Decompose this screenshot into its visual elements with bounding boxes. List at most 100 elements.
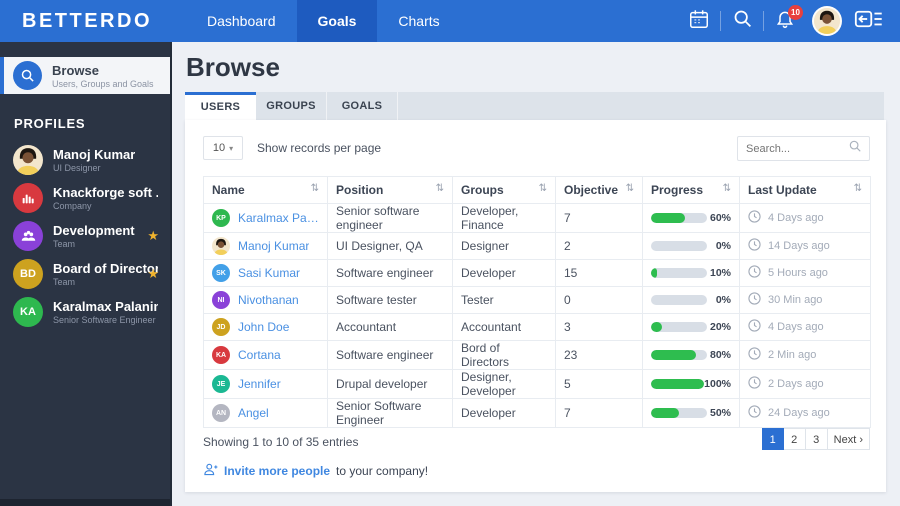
- nav-item-dashboard[interactable]: Dashboard: [186, 0, 297, 42]
- cell-objective: 23: [556, 341, 643, 370]
- cell-groups: Designer: [453, 233, 556, 260]
- user-link[interactable]: Nivothanan: [238, 293, 299, 307]
- profile-name: Knackforge soft ...: [53, 185, 158, 200]
- avatar-initials: JD: [212, 318, 230, 336]
- last-update-text: 2 Min ago: [768, 349, 816, 361]
- sidebar-profile-development[interactable]: DevelopmentTeam★: [0, 217, 170, 255]
- calendar-icon: [688, 8, 710, 35]
- page-button-1[interactable]: 1: [762, 428, 784, 450]
- column-header-objective[interactable]: Objective⇅: [556, 177, 643, 204]
- sidebar-profile-manoj-kumar[interactable]: Manoj KumarUI Designer: [0, 141, 170, 179]
- nav-item-goals[interactable]: Goals: [297, 0, 378, 42]
- showing-entries-text: Showing 1 to 10 of 35 entries: [203, 435, 358, 449]
- profile-role: UI Designer: [53, 163, 135, 173]
- progress-bar: [651, 295, 707, 305]
- progress-label: 0%: [716, 240, 731, 252]
- table-search: [737, 136, 870, 161]
- browse-subtitle: Users, Groups and Goals: [52, 79, 154, 89]
- nav-item-charts[interactable]: Charts: [377, 0, 460, 42]
- sidebar-profile-board-of-directors[interactable]: BDBoard of DirectorsTeam★: [0, 255, 170, 293]
- profile-role: Team: [53, 239, 135, 249]
- sort-icon: ⇅: [723, 183, 731, 194]
- avatar-initials: KA: [13, 297, 43, 327]
- profile-role: Company: [53, 201, 158, 211]
- user-link[interactable]: Angel: [238, 406, 269, 420]
- search-input[interactable]: [738, 143, 848, 155]
- page-button-3[interactable]: 3: [806, 428, 828, 450]
- table-row: NINivothananSoftware testerTester00%30 M…: [204, 287, 871, 314]
- avatar: [13, 145, 43, 175]
- progress-bar: [651, 379, 704, 389]
- chart-icon: [13, 183, 43, 213]
- page-button-2[interactable]: 2: [784, 428, 806, 450]
- cell-objective: 7: [556, 399, 643, 428]
- notifications-button[interactable]: 10: [764, 0, 806, 42]
- records-label: Show records per page: [257, 141, 381, 155]
- cell-name: KACortana: [204, 341, 328, 370]
- search-button[interactable]: [721, 0, 763, 42]
- column-header-groups[interactable]: Groups⇅: [453, 177, 556, 204]
- content-card: 10 ▾ Show records per page Name⇅Position…: [185, 120, 886, 492]
- column-header-position[interactable]: Position⇅: [328, 177, 453, 204]
- star-icon[interactable]: ★: [147, 228, 159, 244]
- navbar-right: 10: [678, 0, 900, 42]
- star-icon[interactable]: ★: [147, 266, 159, 282]
- column-header-progress[interactable]: Progress⇅: [643, 177, 740, 204]
- cell-last-update: 4 Days ago: [740, 204, 871, 233]
- tab-strip: USERSGROUPSGOALS: [185, 92, 884, 120]
- last-update-text: 5 Hours ago: [768, 267, 828, 279]
- search-icon: [848, 139, 862, 158]
- cell-position: Drupal developer: [328, 370, 453, 399]
- sidebar-item-browse[interactable]: Browse Users, Groups and Goals: [0, 57, 170, 94]
- records-select[interactable]: 10 ▾: [203, 136, 243, 160]
- avatar-initials: AN: [212, 404, 230, 422]
- cell-last-update: 30 Min ago: [740, 287, 871, 314]
- progress-bar: [651, 322, 707, 332]
- cell-objective: 0: [556, 287, 643, 314]
- page-button-next[interactable]: Next ›: [828, 428, 870, 450]
- cell-position: Senior software engineer: [328, 204, 453, 233]
- chevron-down-icon: ▾: [229, 144, 233, 153]
- cell-position: Software engineer: [328, 341, 453, 370]
- user-link[interactable]: Karalmax Palanimu...: [238, 211, 319, 225]
- user-link[interactable]: Manoj Kumar: [238, 239, 309, 253]
- cell-position: Software tester: [328, 287, 453, 314]
- sidebar-profile-karalmax-palanimu[interactable]: KAKaralmax Palanimu...Senior Software En…: [0, 293, 170, 331]
- column-header-last-update[interactable]: Last Update⇅: [740, 177, 871, 204]
- sort-icon: ⇅: [539, 183, 547, 194]
- cell-progress: 60%: [643, 204, 740, 233]
- profile-name: Karalmax Palanimu...: [53, 299, 158, 314]
- top-navbar: BETTERDO DashboardGoalsCharts: [0, 0, 900, 42]
- calendar-button[interactable]: [678, 0, 720, 42]
- cell-name: JEJennifer: [204, 370, 328, 399]
- column-header-name[interactable]: Name⇅: [204, 177, 328, 204]
- browse-title: Browse: [52, 63, 154, 78]
- progress-bar: [651, 241, 707, 251]
- cell-groups: Developer: [453, 260, 556, 287]
- invite-link[interactable]: Invite more people: [224, 464, 330, 478]
- cell-progress: 0%: [643, 233, 740, 260]
- user-link[interactable]: Jennifer: [238, 377, 281, 391]
- user-link[interactable]: Cortana: [238, 348, 281, 362]
- tab-goals[interactable]: GOALS: [327, 92, 398, 120]
- tab-users[interactable]: USERS: [185, 92, 256, 120]
- avatar-initials: NI: [212, 291, 230, 309]
- table-row: ANAngelSenior Software EngineerDeveloper…: [204, 399, 871, 428]
- cell-progress: 20%: [643, 314, 740, 341]
- sidebar-toggle-button[interactable]: [848, 0, 890, 42]
- cell-position: Accountant: [328, 314, 453, 341]
- profile-role: Team: [53, 277, 158, 287]
- progress-label: 10%: [710, 267, 731, 279]
- user-link[interactable]: Sasi Kumar: [238, 266, 300, 280]
- tab-groups[interactable]: GROUPS: [256, 92, 327, 120]
- clock-icon: [748, 238, 761, 254]
- users-table: Name⇅Position⇅Groups⇅Objective⇅Progress⇅…: [203, 176, 871, 428]
- user-link[interactable]: John Doe: [238, 320, 289, 334]
- clock-icon: [748, 265, 761, 281]
- avatar: [212, 237, 230, 255]
- clock-icon: [748, 405, 761, 421]
- sidebar-profile-knackforge-soft[interactable]: Knackforge soft ...Company: [0, 179, 170, 217]
- cell-position: Senior Software Engineer: [328, 399, 453, 428]
- cell-objective: 5: [556, 370, 643, 399]
- user-menu-button[interactable]: [806, 0, 848, 42]
